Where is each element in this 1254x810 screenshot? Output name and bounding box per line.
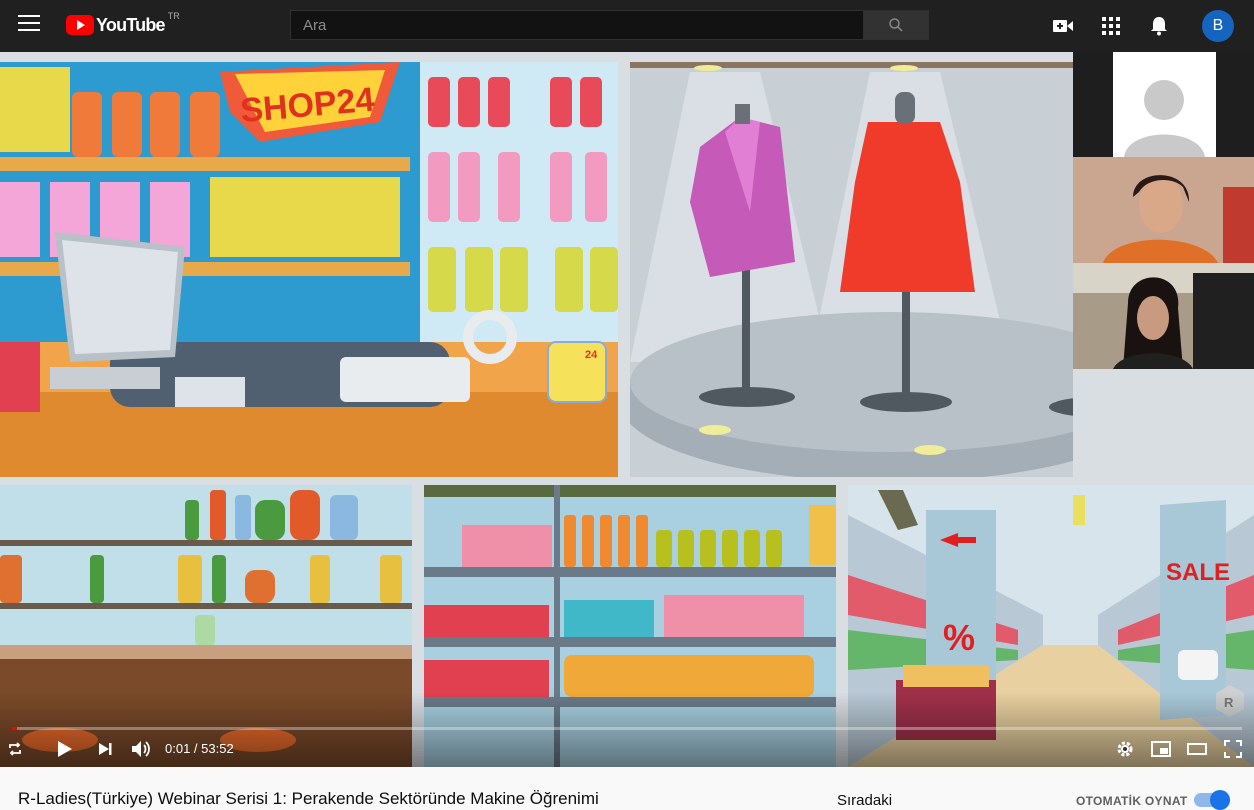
search-icon [889, 18, 903, 32]
avatar[interactable]: B [1202, 10, 1234, 42]
webcam-placeholder-tile [1073, 52, 1254, 157]
player-controls: 0:01 / 53:52 [0, 732, 1254, 767]
user-placeholder-icon [1124, 80, 1205, 157]
create-video-icon[interactable] [1051, 14, 1075, 38]
play-icon[interactable] [53, 738, 75, 760]
autoplay-label: OTOMATİK OYNAT [1076, 794, 1188, 808]
search-bar [290, 10, 929, 40]
apps-icon[interactable] [1099, 14, 1123, 38]
progress-bar[interactable] [12, 727, 1242, 730]
percent-sign: % [943, 617, 975, 658]
jar-label: 24 [585, 349, 598, 361]
miniplayer-icon[interactable] [1150, 738, 1172, 760]
autoplay-toggle-knob[interactable] [1210, 790, 1230, 810]
below-video: R-Ladies(Türkiye) Webinar Serisi 1: Pera… [0, 767, 1254, 810]
masthead: YouTube TR B [0, 0, 1254, 52]
logo-text: YouTube [96, 14, 166, 35]
video-scene-boutique [630, 62, 1073, 477]
notifications-icon[interactable] [1147, 14, 1171, 38]
webcam-tile-participant-1 [1073, 157, 1254, 263]
settings-icon[interactable] [1114, 738, 1136, 760]
loop-icon[interactable] [4, 738, 26, 760]
fullscreen-icon[interactable] [1222, 738, 1244, 760]
search-input[interactable] [290, 10, 864, 40]
menu-icon[interactable] [18, 15, 40, 35]
video-scene-checkout: SHOP24 24 [0, 62, 618, 477]
search-button[interactable] [864, 10, 929, 40]
sale-sign: SALE [1166, 559, 1230, 586]
country-code: TR [167, 11, 180, 21]
progress-fill [12, 727, 17, 730]
webcam-tile-participant-2 [1073, 263, 1254, 369]
next-icon[interactable] [94, 738, 116, 760]
time-display: 0:01 / 53:52 [165, 741, 234, 756]
theater-icon[interactable] [1186, 738, 1208, 760]
youtube-logo[interactable]: YouTube TR [66, 11, 180, 36]
youtube-play-icon [66, 15, 94, 35]
video-title: R-Ladies(Türkiye) Webinar Serisi 1: Pera… [18, 789, 599, 808]
volume-icon[interactable] [130, 738, 152, 760]
video-player[interactable]: SHOP24 24 % SALE 0:01 / 53:52 [0, 52, 1254, 767]
up-next-label: Sıradaki [837, 792, 893, 809]
